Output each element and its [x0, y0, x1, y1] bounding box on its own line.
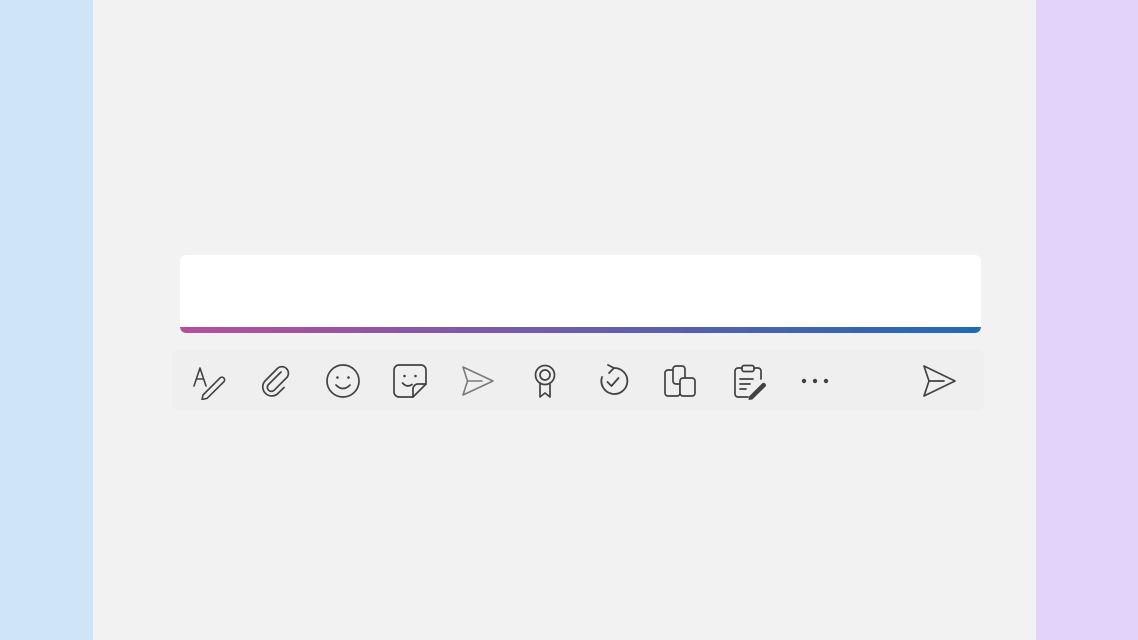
send-icon	[920, 362, 958, 400]
teams-compose-screen	[0, 0, 1138, 640]
schedule-send-icon	[458, 362, 496, 400]
clipboard-button[interactable]	[728, 361, 768, 401]
emoji-button[interactable]	[323, 361, 363, 401]
message-compose-box[interactable]	[180, 255, 981, 333]
clipboard-edit-icon	[729, 362, 767, 400]
attach-button[interactable]	[256, 361, 296, 401]
attach-icon	[258, 363, 294, 399]
sticker-button[interactable]	[390, 361, 430, 401]
compose-focus-underline	[180, 327, 981, 333]
apps-icon	[661, 362, 699, 400]
message-input[interactable]	[180, 255, 981, 327]
left-panel	[0, 0, 93, 640]
schedule-send-button[interactable]	[457, 361, 497, 401]
send-button[interactable]	[919, 361, 959, 401]
loop-button[interactable]	[593, 361, 633, 401]
right-panel	[1036, 0, 1138, 640]
format-text-icon	[189, 362, 227, 400]
praise-button[interactable]	[525, 361, 565, 401]
apps-button[interactable]	[660, 361, 700, 401]
more-options-icon	[796, 362, 834, 400]
format-button[interactable]	[188, 361, 228, 401]
compose-toolbar	[172, 350, 984, 410]
emoji-icon	[324, 362, 362, 400]
sticker-icon	[391, 362, 429, 400]
loop-icon	[594, 362, 632, 400]
praise-icon	[526, 362, 564, 400]
more-options-button[interactable]	[795, 361, 835, 401]
